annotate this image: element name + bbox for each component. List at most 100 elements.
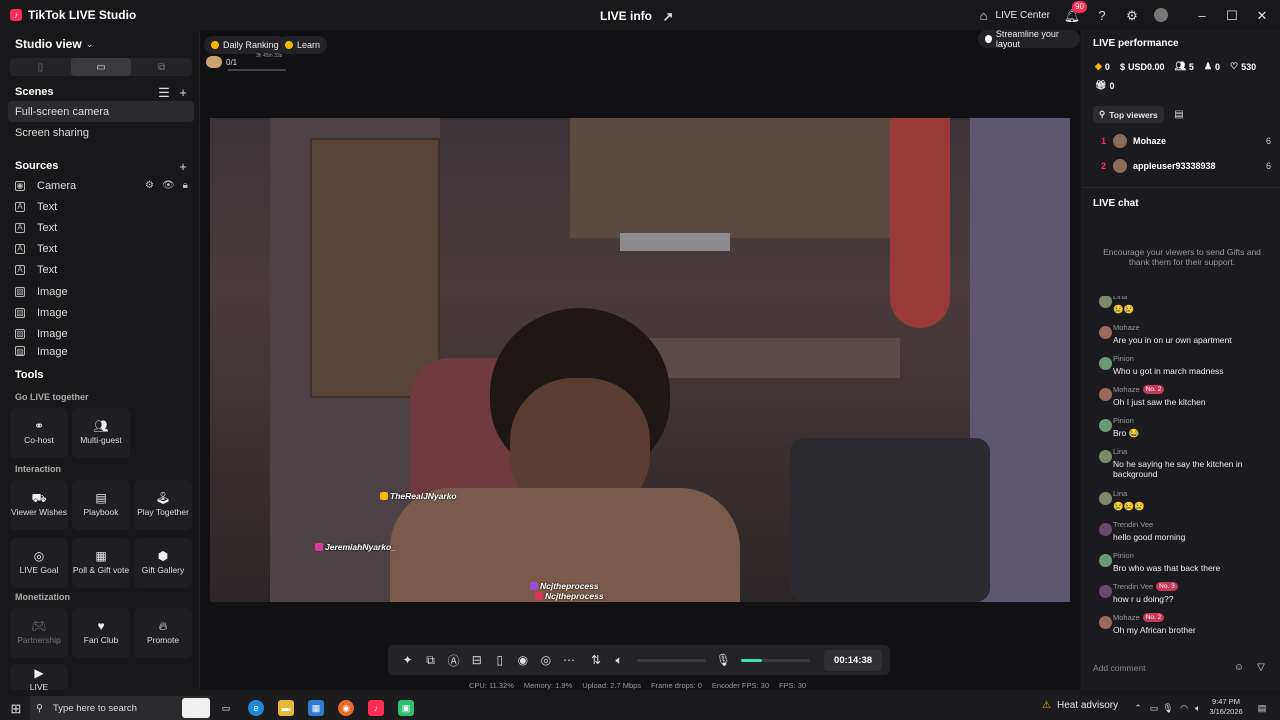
source-item[interactable]: A Text [8,259,194,280]
chevron-up-icon[interactable]: ⌃ [1130,700,1146,716]
tiktok-live-studio-icon[interactable]: ♪ [368,700,384,716]
source-item[interactable]: A Text [8,238,194,259]
add-comment-input[interactable]: Add comment [1089,660,1247,676]
minimize-icon[interactable]: – [1194,7,1210,23]
streamline-layout-button[interactable]: Streamline your layout [978,29,1080,49]
volume-icon[interactable]: 🔈︎ [1190,700,1206,716]
live-center-button[interactable]: ⌂ LIVE Center [976,7,1050,23]
mic-volume-slider[interactable] [740,658,811,662]
add-source-icon[interactable]: + [175,158,191,174]
diamond-icon: ◆ [1095,61,1102,71]
ai-icon[interactable]: Ⓐ [442,648,465,672]
avatar [1099,388,1112,401]
add-scene-icon[interactable]: + [175,84,191,100]
phone-icon[interactable]: ▯ [488,648,511,672]
microphone-icon[interactable]: 🎙︎ [712,648,735,672]
maximize-icon[interactable]: ☐ [1224,7,1240,23]
left-sidebar: Studio view ⌄ ▯ ▭ ⧉ Scenes ☰ + Full-scre… [0,30,200,690]
layout-icon[interactable]: ⊟ [465,648,488,672]
source-item[interactable]: ▨ Image [8,302,194,323]
help-icon[interactable]: ? [1094,7,1110,23]
studio-view-dropdown[interactable]: Studio view ⌄ [15,37,93,51]
source-item[interactable]: ◉ Camera ⚙ 👁︎ 🔒︎ [8,175,194,196]
list-view-icon[interactable]: ▤ [1171,107,1187,123]
microphone-tray-icon[interactable]: 🎙︎ [1160,700,1176,716]
top-viewers-tab[interactable]: ⚲ Top viewers [1093,106,1164,123]
chat-username: Mohaze No. 2 [1113,613,1165,622]
fan-club-button[interactable]: ♥ Fan Club [72,608,130,658]
gift-gallery-button[interactable]: ⬢ Gift Gallery [134,538,192,588]
effects-icon[interactable]: ⧉ [419,648,442,672]
app-icon[interactable]: ▣ [398,700,414,716]
speaker-volume-slider[interactable] [636,658,706,662]
learn-button[interactable]: Learn [278,36,328,54]
chat-message: Lina 😢😢 [1099,296,1275,323]
close-icon[interactable]: ✕ [1254,7,1270,23]
viewer-wishes-button[interactable]: ⛟ Viewer Wishes [10,480,68,530]
warning-icon: ⚠ [1042,700,1051,711]
task-view-icon[interactable]: ▭ [218,700,234,716]
camera-preview[interactable]: TheRealJNyarko JeremiahNyarko_ Ncjthepro… [210,118,1070,602]
clock[interactable]: 9:47 PM 3/16/2026 [1206,697,1246,717]
chat-list[interactable]: Lina 😢😢 Mohaze Are you in on ur own apartme… [1083,296,1280,646]
live-tool-button[interactable]: ▶ LIVE [10,664,68,690]
scene-item[interactable]: Screen sharing [8,122,194,143]
source-item[interactable]: ▨ Image [8,344,194,358]
windows-start-icon[interactable]: ⊞ [8,700,24,716]
list-icon[interactable]: ☰ [156,84,172,100]
progress-widget[interactable]: 0/1 [206,56,237,68]
poll-gift-vote-button[interactable]: ▦ Poll & Gift vote [72,538,130,588]
file-explorer-icon[interactable]: ▬ [278,700,294,716]
scene-item[interactable]: Full-screen camera [8,101,194,122]
live-info-button[interactable]: LIVE info ↗ [600,8,676,24]
portrait-view-button[interactable]: ▯ [10,58,71,76]
source-item[interactable]: A Text [8,217,194,238]
landscape-view-button[interactable]: ▭ [70,58,132,76]
edge-icon[interactable]: e [248,700,264,716]
poll-icon: ▦ [95,549,107,563]
emoji-icon[interactable]: ☺ [1231,660,1247,676]
play-together-button[interactable]: 🕹︎ Play Together [134,480,192,530]
lock-icon[interactable]: 🔒︎ [183,180,188,191]
speaker-icon[interactable]: 🔈︎ [608,648,631,672]
chat-text: how r u doing?? [1113,594,1174,604]
co-host-button[interactable]: ⚭ Co-host [10,408,68,458]
live-goal-button[interactable]: ◎ LIVE Goal [10,538,68,588]
chat-username: Lina [1113,489,1128,498]
playbook-button[interactable]: ▤ Playbook [72,480,130,530]
source-item[interactable]: A Text [8,196,194,217]
settings-gear-icon[interactable]: ⚙ [1124,7,1140,23]
eye-icon[interactable]: 👁︎ [162,180,175,191]
live-record-icon[interactable]: ◎ [534,648,557,672]
top-viewer-row[interactable]: 1 Mohaze 6 [1101,134,1271,148]
notification-center-icon[interactable]: ▤ [1254,700,1270,716]
more-icon[interactable]: ⋯ [557,648,580,672]
wishes-icon: ⛟ [31,491,47,505]
mixer-icon[interactable]: ⇅ [585,648,608,672]
top-viewer-row[interactable]: 2 appleuser93338938 6 [1101,159,1271,173]
taskbar-search[interactable]: ⚲ Type here to search [30,696,210,720]
store-icon[interactable]: ▦ [308,700,324,716]
promote-button[interactable]: 🔥︎ Promote [134,608,192,658]
filter-icon[interactable]: ▽ [1253,660,1269,676]
multi-guest-button[interactable]: 👥︎ Multi-guest [72,408,130,458]
dual-view-button[interactable]: ⧉ [131,58,192,76]
book-icon: ▤ [95,491,107,505]
scenes-title: Scenes [15,86,54,98]
text-icon: A [15,264,25,275]
settings-icon[interactable]: ⚙ [145,180,154,191]
share-icon[interactable]: ↗ [660,8,676,24]
source-item[interactable]: ▨ Image [8,281,194,302]
chat-message: Pinion Who u got in march madness [1099,354,1275,385]
source-item[interactable]: ▨ Image [8,323,194,344]
profile-avatar[interactable] [1154,8,1168,22]
notification-bell-icon[interactable]: 🔔︎ 90 [1064,1,1087,23]
weather-widget[interactable]: ⚠ Heat advisory [1042,700,1118,711]
magic-wand-icon[interactable]: ✦ [396,648,419,672]
record-icon[interactable]: ◉ [511,648,534,672]
clock-time: 9:47 PM [1212,697,1240,706]
partnership-button[interactable]: 🎮︎ Partnership [10,608,68,658]
firefox-icon[interactable]: ◉ [338,700,354,716]
partnership-icon: 🎮︎ [31,619,47,633]
daily-ranking-button[interactable]: Daily Ranking [204,36,286,54]
